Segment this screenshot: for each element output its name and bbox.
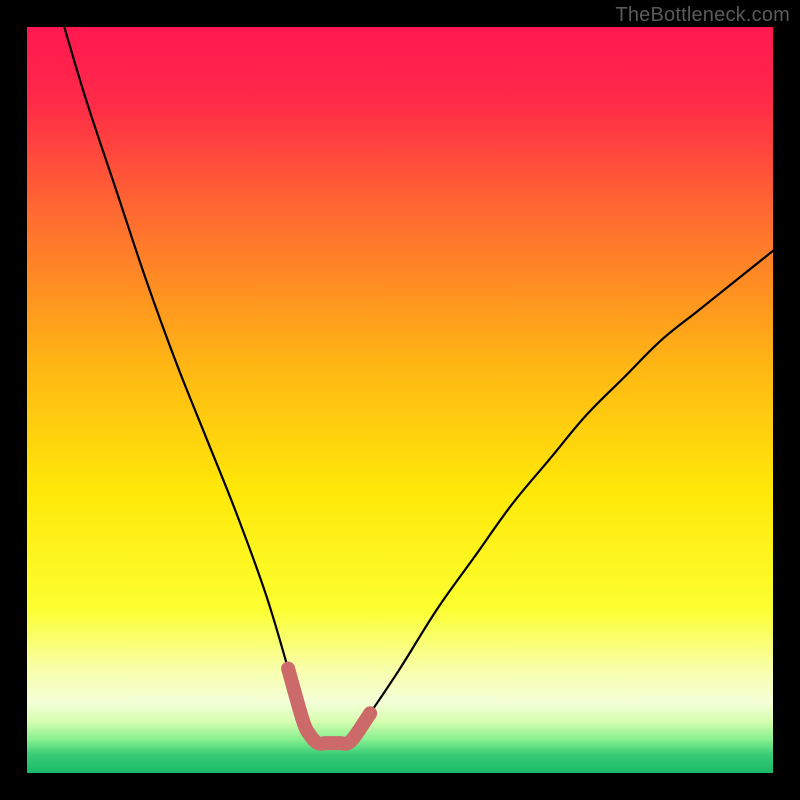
curve-line xyxy=(64,27,773,744)
watermark-text: TheBottleneck.com xyxy=(615,4,790,27)
plot-area xyxy=(27,27,773,773)
bottleneck-curve xyxy=(27,27,773,773)
chart-frame: TheBottleneck.com xyxy=(0,0,800,800)
optimal-band-marker xyxy=(288,669,370,744)
